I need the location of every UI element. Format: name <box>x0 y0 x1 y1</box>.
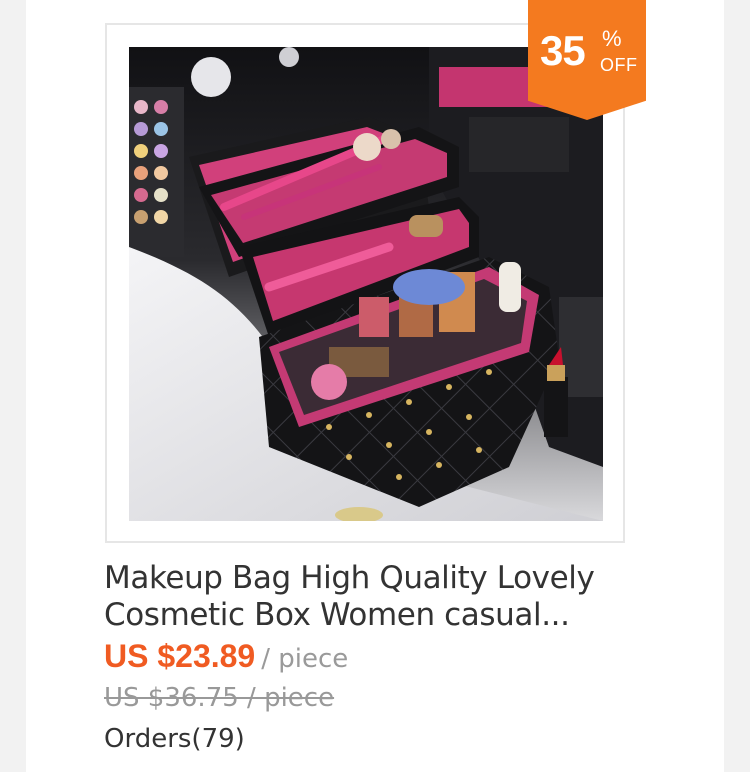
current-price: US $23.89 <box>104 638 256 674</box>
orders-count: Orders(79) <box>104 724 245 754</box>
discount-percent-sign: % <box>602 26 622 51</box>
discount-number: 35 <box>540 27 586 74</box>
product-image[interactable] <box>129 47 603 521</box>
product-title[interactable]: Makeup Bag High Quality Lovely Cosmetic … <box>104 560 624 634</box>
product-card[interactable]: 35 % OFF Makeup Bag High Quality Lovely … <box>26 0 724 772</box>
price-unit: / piece <box>261 644 349 674</box>
discount-badge: 35 % OFF <box>528 0 646 120</box>
makeup-bag-photo <box>129 47 603 521</box>
price-row: US $23.89/ piece <box>104 638 348 678</box>
original-price: US $36.75 / piece <box>104 683 335 713</box>
discount-off-label: OFF <box>600 55 638 75</box>
